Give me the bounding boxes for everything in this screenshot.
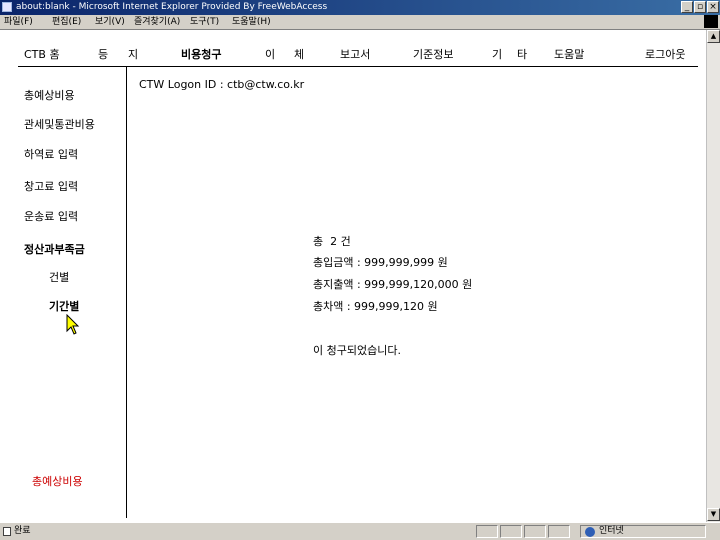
nav-logout[interactable]: 로그아웃 <box>645 46 685 62</box>
claim-complete-message: 이 청구되었습니다. <box>313 344 401 357</box>
scroll-down-arrow-icon[interactable]: ▼ <box>707 508 720 521</box>
close-button[interactable]: × <box>707 1 719 13</box>
logon-id-text: CTW Logon ID : ctb@ctw.co.kr <box>139 78 305 91</box>
nav-register-1[interactable]: 등 <box>98 46 108 62</box>
total-deposit-text: 총입금액 : 999,999,999 원 <box>313 256 448 269</box>
status-segment-1 <box>476 525 498 538</box>
sidebar-item-per-period[interactable]: 기간별 <box>49 298 79 314</box>
status-segment-2 <box>500 525 522 538</box>
internet-explorer-icon <box>2 2 12 12</box>
page-done-icon <box>3 527 11 536</box>
maximize-button[interactable]: ▫ <box>694 1 706 13</box>
nav-reference-info[interactable]: 기준정보 <box>413 46 453 62</box>
total-payment-text: 총지출액 : 999,999,120,000 원 <box>313 278 473 291</box>
vertical-scrollbar[interactable]: ▲ ▼ <box>706 30 720 522</box>
window-title: about:blank - Microsoft Internet Explore… <box>16 2 328 12</box>
internet-zone-globe-icon <box>585 527 595 537</box>
sidebar-item-storage-fee[interactable]: 창고료 입력 <box>24 178 78 194</box>
sidebar-item-estimated-cost[interactable]: 총예상비용 <box>24 87 75 103</box>
nav-ctb-home[interactable]: CTB 홈 <box>24 46 60 62</box>
sidebar-item-transport-fee[interactable]: 운송료 입력 <box>24 208 78 224</box>
nav-transfer-2[interactable]: 체 <box>294 46 304 62</box>
sidebar-item-customs-cost[interactable]: 관세및통관비용 <box>24 116 95 132</box>
sidebar-item-handling-fee[interactable]: 하역료 입력 <box>24 146 78 162</box>
total-difference-text: 총차액 : 999,999,120 원 <box>313 300 438 313</box>
menu-favorites[interactable]: 즐겨찾기(A) <box>134 15 180 29</box>
status-zone-text: 인터넷 <box>599 526 624 536</box>
nav-transfer-1[interactable]: 이 <box>265 46 275 62</box>
nav-other-1[interactable]: 기 <box>492 46 502 62</box>
sidebar-footer-estimated-cost-link[interactable]: 총예상비용 <box>32 473 83 489</box>
nav-other-2[interactable]: 타 <box>517 46 527 62</box>
status-text: 완료 <box>14 526 31 536</box>
sidebar-item-settlement[interactable]: 정산과부족금 <box>24 241 85 257</box>
windows-logo-icon <box>704 15 718 28</box>
scroll-up-arrow-icon[interactable]: ▲ <box>707 30 720 43</box>
status-segment-3 <box>524 525 546 538</box>
menu-edit[interactable]: 편집(E) <box>52 15 81 29</box>
nav-report[interactable]: 보고서 <box>340 46 370 62</box>
sidebar-item-per-case[interactable]: 건별 <box>49 269 69 285</box>
status-bar: 완료 인터넷 <box>0 522 720 540</box>
menu-bar: 파일(F) 편집(E) 보기(V) 즐겨찾기(A) 도구(T) 도움말(H) <box>0 15 720 30</box>
nav-help[interactable]: 도움말 <box>554 46 584 62</box>
nav-cost-claim[interactable]: 비용청구 <box>181 46 221 62</box>
total-count-text: 총 2 건 <box>313 235 351 248</box>
menu-file[interactable]: 파일(F) <box>4 15 33 29</box>
header-divider <box>18 66 698 67</box>
mouse-cursor-icon <box>66 314 80 335</box>
menu-tools[interactable]: 도구(T) <box>190 15 219 29</box>
menu-help[interactable]: 도움말(H) <box>232 15 271 29</box>
sidebar-divider <box>126 66 127 518</box>
window-title-bar: about:blank - Microsoft Internet Explore… <box>0 0 720 15</box>
nav-register-2[interactable]: 지 <box>128 46 138 62</box>
status-segment-4 <box>548 525 570 538</box>
menu-view[interactable]: 보기(V) <box>95 15 125 29</box>
minimize-button[interactable]: _ <box>681 1 693 13</box>
